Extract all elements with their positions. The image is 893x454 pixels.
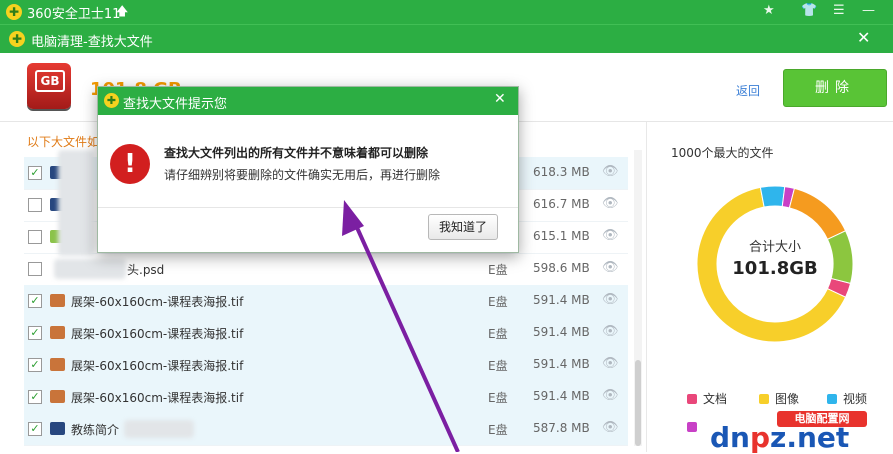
watermark-text: dnpz.net [710, 421, 850, 454]
annotation-arrow [342, 200, 460, 452]
arrow-shaft [348, 211, 460, 452]
arrow-head [342, 200, 364, 236]
site-watermark: 电脑配置网 dnpz.net [702, 411, 890, 454]
